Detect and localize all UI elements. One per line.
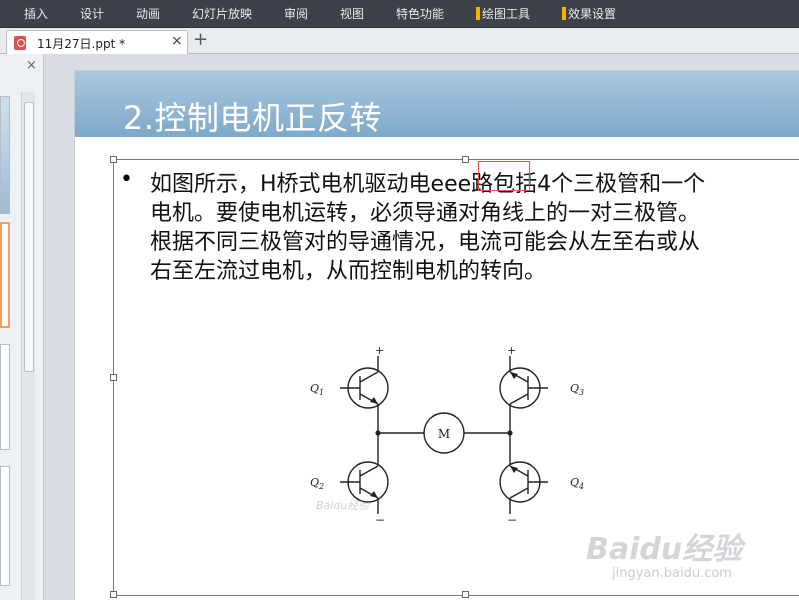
close-pane-icon[interactable]: × (26, 58, 37, 73)
q1-label: Q1 (310, 382, 324, 397)
q3-label: Q3 (570, 382, 584, 397)
baidu-watermark-url: jingyan.baidu.com (612, 566, 732, 581)
positive-terminal-label: + (375, 344, 384, 357)
tab-view-label: 视图 (340, 7, 365, 21)
body-text-line[interactable]: 右至左流过电机，从而控制电机的转向。 (150, 253, 546, 285)
baidu-watermark-logo: Baidu经验 (586, 532, 743, 567)
body-text-line[interactable]: 如图所示，H桥式电机驱动电eee路包括4个三极管和一个 (150, 166, 705, 198)
tab-drawing-tools[interactable]: 绘图工具 (476, 0, 530, 28)
slide-thumbnail[interactable] (0, 466, 10, 586)
contextual-marker-icon (476, 7, 480, 20)
resize-handle[interactable] (110, 156, 117, 163)
ppt-file-icon (14, 36, 26, 50)
resize-handle[interactable] (462, 591, 469, 598)
tab-effect-settings-label: 效果设置 (568, 7, 617, 21)
slide-thumbnail-selected[interactable] (0, 222, 10, 328)
slide-title[interactable]: 2.控制电机正反转 (123, 93, 382, 139)
motor-label: M (438, 427, 450, 441)
tab-review[interactable]: 审阅 (284, 0, 308, 28)
tab-drawing-tools-label: 绘图工具 (482, 7, 531, 21)
negative-terminal-label: − (507, 513, 517, 527)
text-selection-highlight (478, 161, 530, 191)
resize-handle[interactable] (462, 156, 469, 163)
tab-review-label: 审阅 (284, 7, 309, 21)
tab-animation[interactable]: 动画 (136, 0, 160, 28)
negative-terminal-label: − (375, 513, 385, 527)
resize-handle[interactable] (110, 374, 117, 381)
bullet-icon: • (120, 167, 133, 192)
tab-design-label: 设计 (80, 7, 105, 21)
tab-insert-label: 插入 (24, 7, 49, 21)
contextual-marker-icon (562, 7, 566, 20)
document-tab-title: 11月27日.ppt * (37, 37, 126, 51)
body-text-line[interactable]: 电机。要使电机运转，必须导通对角线上的一对三极管。 (150, 195, 700, 227)
tab-design[interactable]: 设计 (80, 0, 104, 28)
tab-effect-settings[interactable]: 效果设置 (562, 0, 616, 28)
tab-animation-label: 动画 (136, 7, 161, 21)
tab-special-features[interactable]: 特色功能 (396, 0, 444, 28)
thumbnail-scrollbar[interactable] (21, 92, 35, 600)
close-tab-icon[interactable]: × (171, 33, 183, 49)
resize-handle[interactable] (110, 591, 117, 598)
body-text-line[interactable]: 根据不同三极管对的导通情况，电流可能会从左至右或从 (150, 224, 700, 256)
baidu-watermark-small: Baidu经验 (316, 499, 370, 512)
tab-slideshow[interactable]: 幻灯片放映 (192, 0, 252, 28)
slide-thumbnail[interactable] (0, 96, 10, 214)
tab-slideshow-label: 幻灯片放映 (192, 7, 253, 21)
tab-view[interactable]: 视图 (340, 0, 364, 28)
q2-label: Q2 (310, 476, 324, 491)
slide-thumbnail-pane: × (0, 54, 44, 600)
slide-thumbnail[interactable] (0, 344, 10, 450)
tab-special-features-label: 特色功能 (396, 7, 445, 21)
positive-terminal-label: + (507, 344, 516, 357)
document-tab[interactable]: 11月27日.ppt * × (6, 30, 188, 54)
ribbon-tab-bar: 插入 设计 动画 幻灯片放映 审阅 视图 特色功能 绘图工具 效果设置 (0, 0, 799, 28)
slide-title-band: 2.控制电机正反转 (75, 71, 799, 137)
scrollbar-thumb[interactable] (24, 102, 34, 372)
tab-insert[interactable]: 插入 (24, 0, 48, 28)
document-tab-bar: 11月27日.ppt * × + (0, 28, 799, 54)
new-tab-button[interactable]: + (193, 29, 208, 50)
q4-label: Q4 (570, 476, 584, 491)
